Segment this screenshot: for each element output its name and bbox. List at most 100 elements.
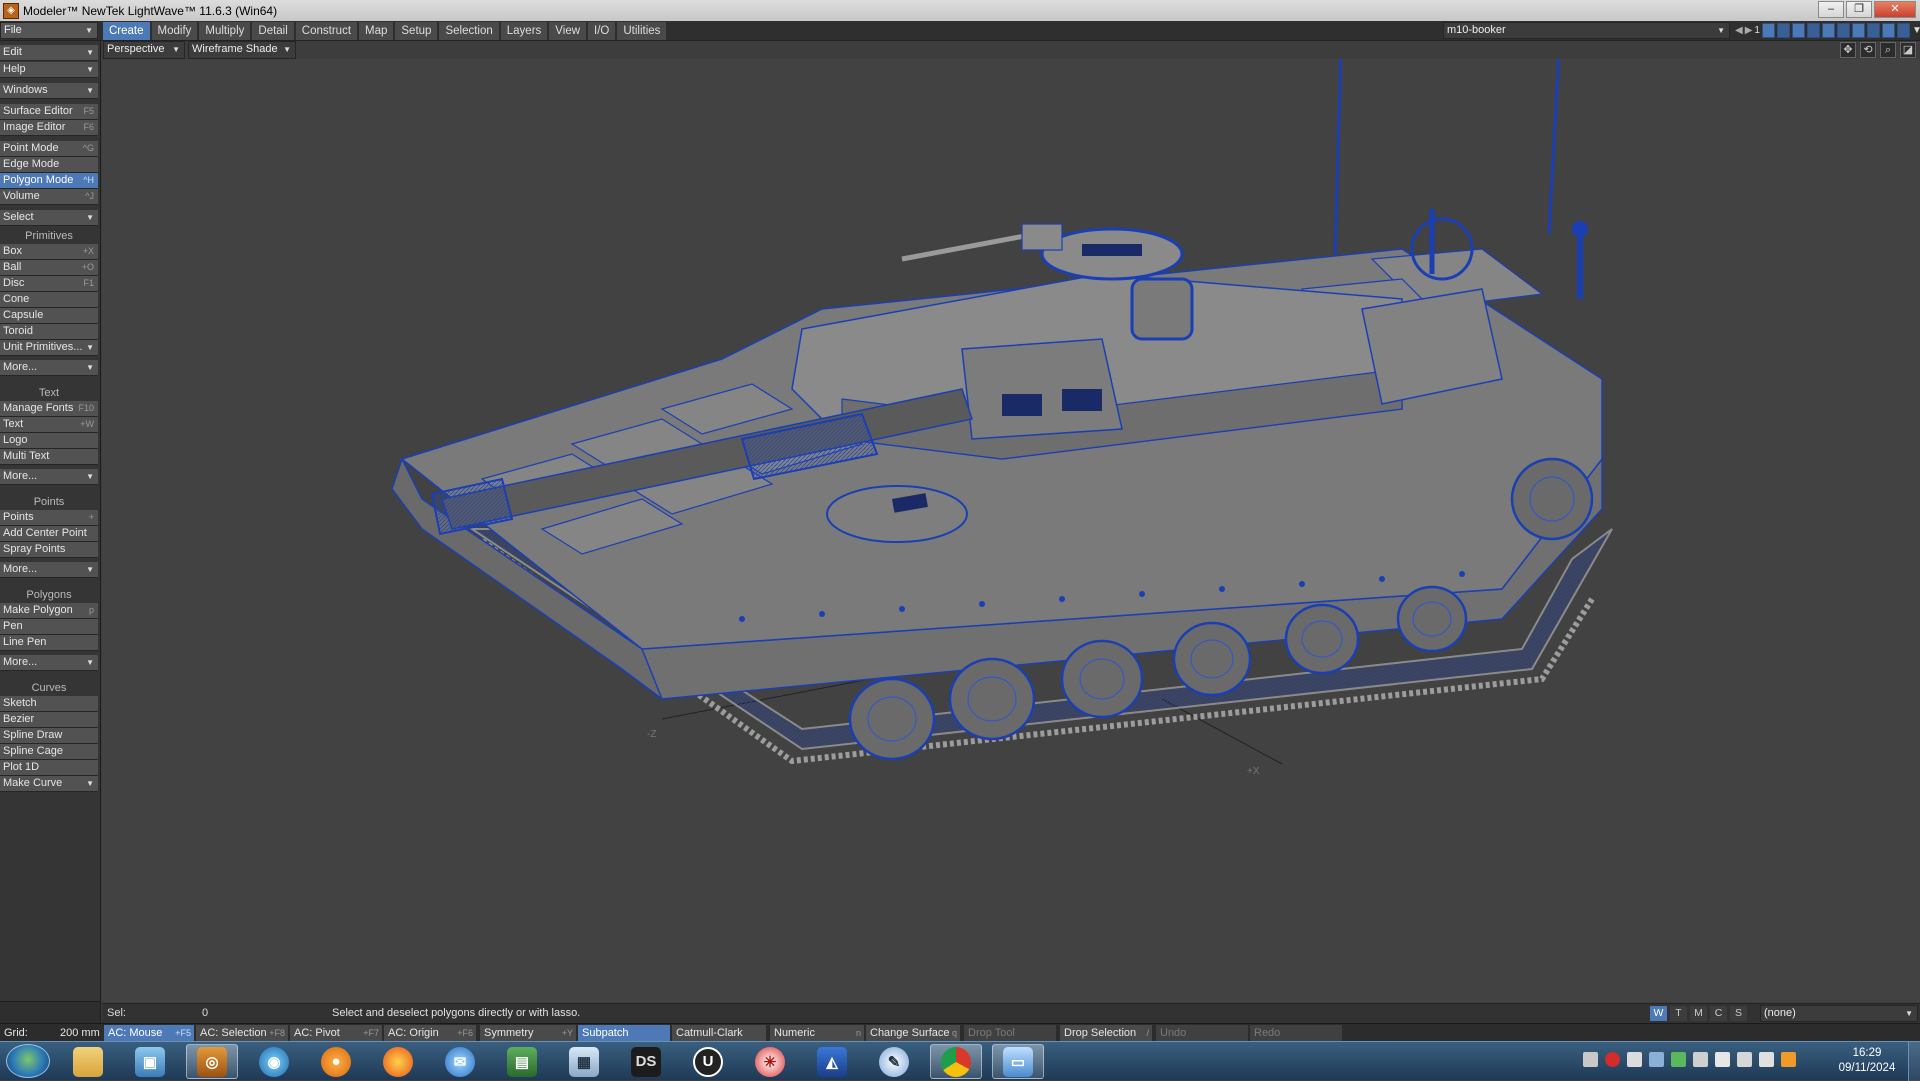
layer-box[interactable] bbox=[1821, 23, 1835, 38]
tab-create[interactable]: Create bbox=[103, 22, 151, 40]
point-mode-button[interactable]: Point Mode ^G bbox=[0, 141, 98, 157]
edge-mode-button[interactable]: Edge Mode bbox=[0, 157, 98, 173]
perspective-viewport[interactable]: -Z +X bbox=[102, 59, 1920, 1002]
selection-set-tab[interactable]: S bbox=[1730, 1006, 1747, 1021]
drop-tool-button[interactable]: Drop Tool bbox=[964, 1025, 1056, 1041]
sketch-tool-button[interactable]: Sketch bbox=[0, 696, 98, 712]
rotate-icon[interactable]: ⟲ bbox=[1860, 42, 1876, 58]
taskbar-calculator[interactable]: ▦ bbox=[558, 1044, 610, 1079]
action-center-pivot-button[interactable]: AC: Pivot +F7 bbox=[290, 1025, 382, 1041]
tab-io[interactable]: I/O bbox=[588, 22, 617, 40]
subdivision-type-select[interactable]: Catmull-Clark bbox=[672, 1025, 766, 1041]
image-editor-button[interactable]: Image Editor F6 bbox=[0, 120, 98, 136]
file-menu[interactable]: File ▼ bbox=[0, 22, 98, 39]
tab-multiply[interactable]: Multiply bbox=[199, 22, 252, 40]
antivirus-icon[interactable] bbox=[1605, 1052, 1620, 1067]
pen-tool-button[interactable]: Pen bbox=[0, 619, 98, 635]
numeric-panel-button[interactable]: Numeric n bbox=[770, 1025, 864, 1041]
taskbar-unity[interactable]: U bbox=[682, 1044, 734, 1079]
points-tool-button[interactable]: Points + bbox=[0, 510, 98, 526]
tray-app-icon[interactable] bbox=[1693, 1052, 1708, 1067]
view-projection-select[interactable]: Perspective ▼ bbox=[103, 41, 185, 59]
tab-detail[interactable]: Detail bbox=[252, 22, 295, 40]
windows-menu[interactable]: Windows ▼ bbox=[0, 83, 98, 99]
text-tool-button[interactable]: Text +W bbox=[0, 417, 98, 433]
taskbar-clock[interactable]: 16:29 09/11/2024 bbox=[1832, 1046, 1902, 1076]
toroid-tool-button[interactable]: Toroid bbox=[0, 324, 98, 340]
layer-box[interactable] bbox=[1851, 23, 1865, 38]
tab-utilities[interactable]: Utilities bbox=[617, 22, 668, 40]
taskbar-monitor[interactable]: ▤ bbox=[496, 1044, 548, 1079]
polygons-more-menu[interactable]: More... ▼ bbox=[0, 655, 98, 671]
spline-cage-button[interactable]: Spline Cage bbox=[0, 744, 98, 760]
pan-icon[interactable]: ✥ bbox=[1840, 42, 1856, 58]
drop-selection-button[interactable]: Drop Selection / bbox=[1060, 1025, 1152, 1041]
spline-draw-button[interactable]: Spline Draw bbox=[0, 728, 98, 744]
polygon-mode-button[interactable]: Polygon Mode ^H bbox=[0, 173, 98, 189]
action-center-origin-button[interactable]: AC: Origin +F6 bbox=[384, 1025, 476, 1041]
layer-box[interactable] bbox=[1806, 23, 1820, 38]
taskbar-thunderbird[interactable]: ✉ bbox=[434, 1044, 486, 1079]
action-center-mouse-button[interactable]: AC: Mouse +F5 bbox=[104, 1025, 194, 1041]
taskbar-lightwave-hub[interactable]: ◉ bbox=[248, 1044, 300, 1079]
tab-modify[interactable]: Modify bbox=[151, 22, 199, 40]
tab-map[interactable]: Map bbox=[359, 22, 395, 40]
primitives-more-menu[interactable]: More... ▼ bbox=[0, 360, 98, 376]
action-center-selection-button[interactable]: AC: Selection +F8 bbox=[196, 1025, 288, 1041]
tab-selection[interactable]: Selection bbox=[439, 22, 500, 40]
layer-box[interactable] bbox=[1836, 23, 1850, 38]
tab-construct[interactable]: Construct bbox=[295, 22, 359, 40]
maximize-button[interactable]: ❐ bbox=[1846, 1, 1872, 18]
tray-app-icon[interactable] bbox=[1781, 1052, 1796, 1067]
layer-box[interactable] bbox=[1866, 23, 1880, 38]
ball-tool-button[interactable]: Ball +O bbox=[0, 260, 98, 276]
make-polygon-button[interactable]: Make Polygon p bbox=[0, 603, 98, 619]
symmetry-toggle[interactable]: Symmetry +Y bbox=[480, 1025, 576, 1041]
multi-text-button[interactable]: Multi Text bbox=[0, 449, 98, 465]
start-button[interactable] bbox=[6, 1044, 50, 1078]
close-button[interactable]: ✕ bbox=[1874, 1, 1916, 18]
zoom-icon[interactable]: ⌕ bbox=[1880, 42, 1896, 58]
taskbar-inkscape[interactable]: ✳ bbox=[744, 1044, 796, 1079]
taskbar-blender[interactable]: ● bbox=[310, 1044, 362, 1079]
color-map-tab[interactable]: C bbox=[1710, 1006, 1727, 1021]
next-layer-icon[interactable]: ▶ bbox=[1745, 25, 1753, 36]
taskbar-daz-studio[interactable]: DS bbox=[620, 1044, 672, 1079]
redo-button[interactable]: Redo bbox=[1250, 1025, 1342, 1041]
taskbar-windows-explorer[interactable]: ▭ bbox=[992, 1044, 1044, 1079]
taskbar-lightwave-modeler[interactable]: ◎ bbox=[186, 1044, 238, 1079]
layer-box[interactable] bbox=[1896, 23, 1910, 38]
line-pen-button[interactable]: Line Pen bbox=[0, 635, 98, 651]
bezier-tool-button[interactable]: Bezier bbox=[0, 712, 98, 728]
weight-map-tab[interactable]: W bbox=[1650, 1006, 1667, 1021]
minimize-button[interactable]: – bbox=[1818, 1, 1844, 18]
taskbar-affinity[interactable]: ◭ bbox=[806, 1044, 858, 1079]
texture-map-tab[interactable]: T bbox=[1670, 1006, 1687, 1021]
help-menu[interactable]: Help ▼ bbox=[0, 62, 98, 78]
disc-tool-button[interactable]: Disc F1 bbox=[0, 276, 98, 292]
layer-box[interactable] bbox=[1881, 23, 1895, 38]
tray-app-icon[interactable] bbox=[1583, 1052, 1598, 1067]
taskbar-photo-viewer[interactable]: ▣ bbox=[124, 1044, 176, 1079]
render-style-select[interactable]: Wireframe Shade ▼ bbox=[188, 41, 296, 59]
layer-object-select[interactable]: m10-booker ▼ bbox=[1443, 22, 1730, 39]
lightwave-app-icon[interactable]: ◈ bbox=[3, 2, 19, 19]
morph-map-tab[interactable]: M bbox=[1690, 1006, 1707, 1021]
tab-setup[interactable]: Setup bbox=[395, 22, 439, 40]
volume-mode-button[interactable]: Volume ^J bbox=[0, 189, 98, 205]
layer-box[interactable] bbox=[1791, 23, 1805, 38]
unit-primitives-menu[interactable]: Unit Primitives... ▼ bbox=[0, 340, 98, 356]
subpatch-toggle[interactable]: Subpatch bbox=[578, 1025, 670, 1041]
tab-view[interactable]: View bbox=[549, 22, 588, 40]
volume-icon[interactable] bbox=[1759, 1052, 1774, 1067]
points-more-menu[interactable]: More... ▼ bbox=[0, 562, 98, 578]
layer-expand-icon[interactable]: ▼ bbox=[1912, 25, 1920, 36]
box-tool-button[interactable]: Box +X bbox=[0, 244, 98, 260]
add-center-point-button[interactable]: Add Center Point bbox=[0, 526, 98, 542]
taskbar-chrome[interactable] bbox=[930, 1044, 982, 1079]
tab-layers[interactable]: Layers bbox=[500, 22, 549, 40]
make-curve-menu[interactable]: Make Curve ▼ bbox=[0, 776, 98, 792]
tray-app-icon[interactable] bbox=[1671, 1052, 1686, 1067]
cone-tool-button[interactable]: Cone bbox=[0, 292, 98, 308]
taskbar-vegas[interactable]: ✎ bbox=[868, 1044, 920, 1079]
